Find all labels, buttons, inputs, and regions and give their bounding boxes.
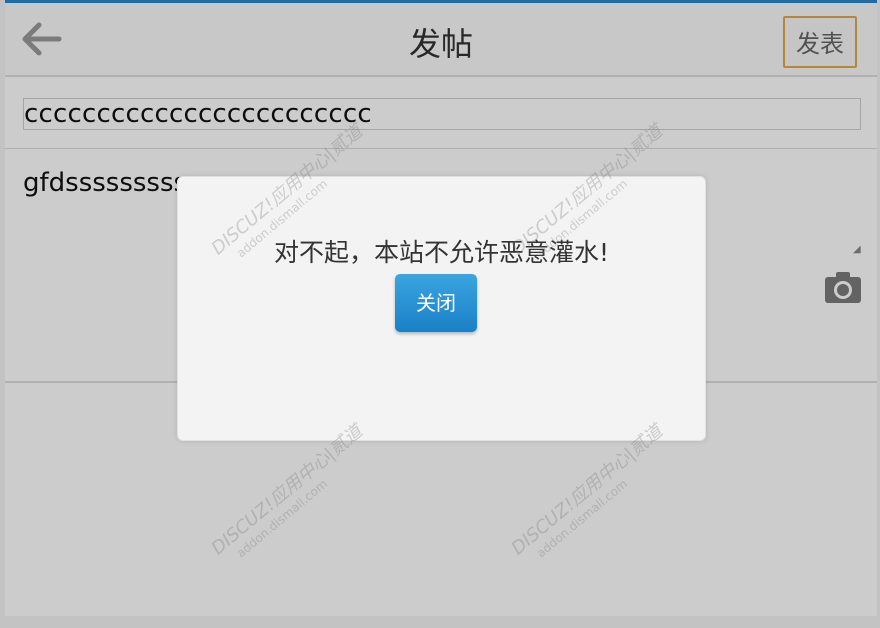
close-button[interactable]: 关闭 xyxy=(395,274,477,332)
